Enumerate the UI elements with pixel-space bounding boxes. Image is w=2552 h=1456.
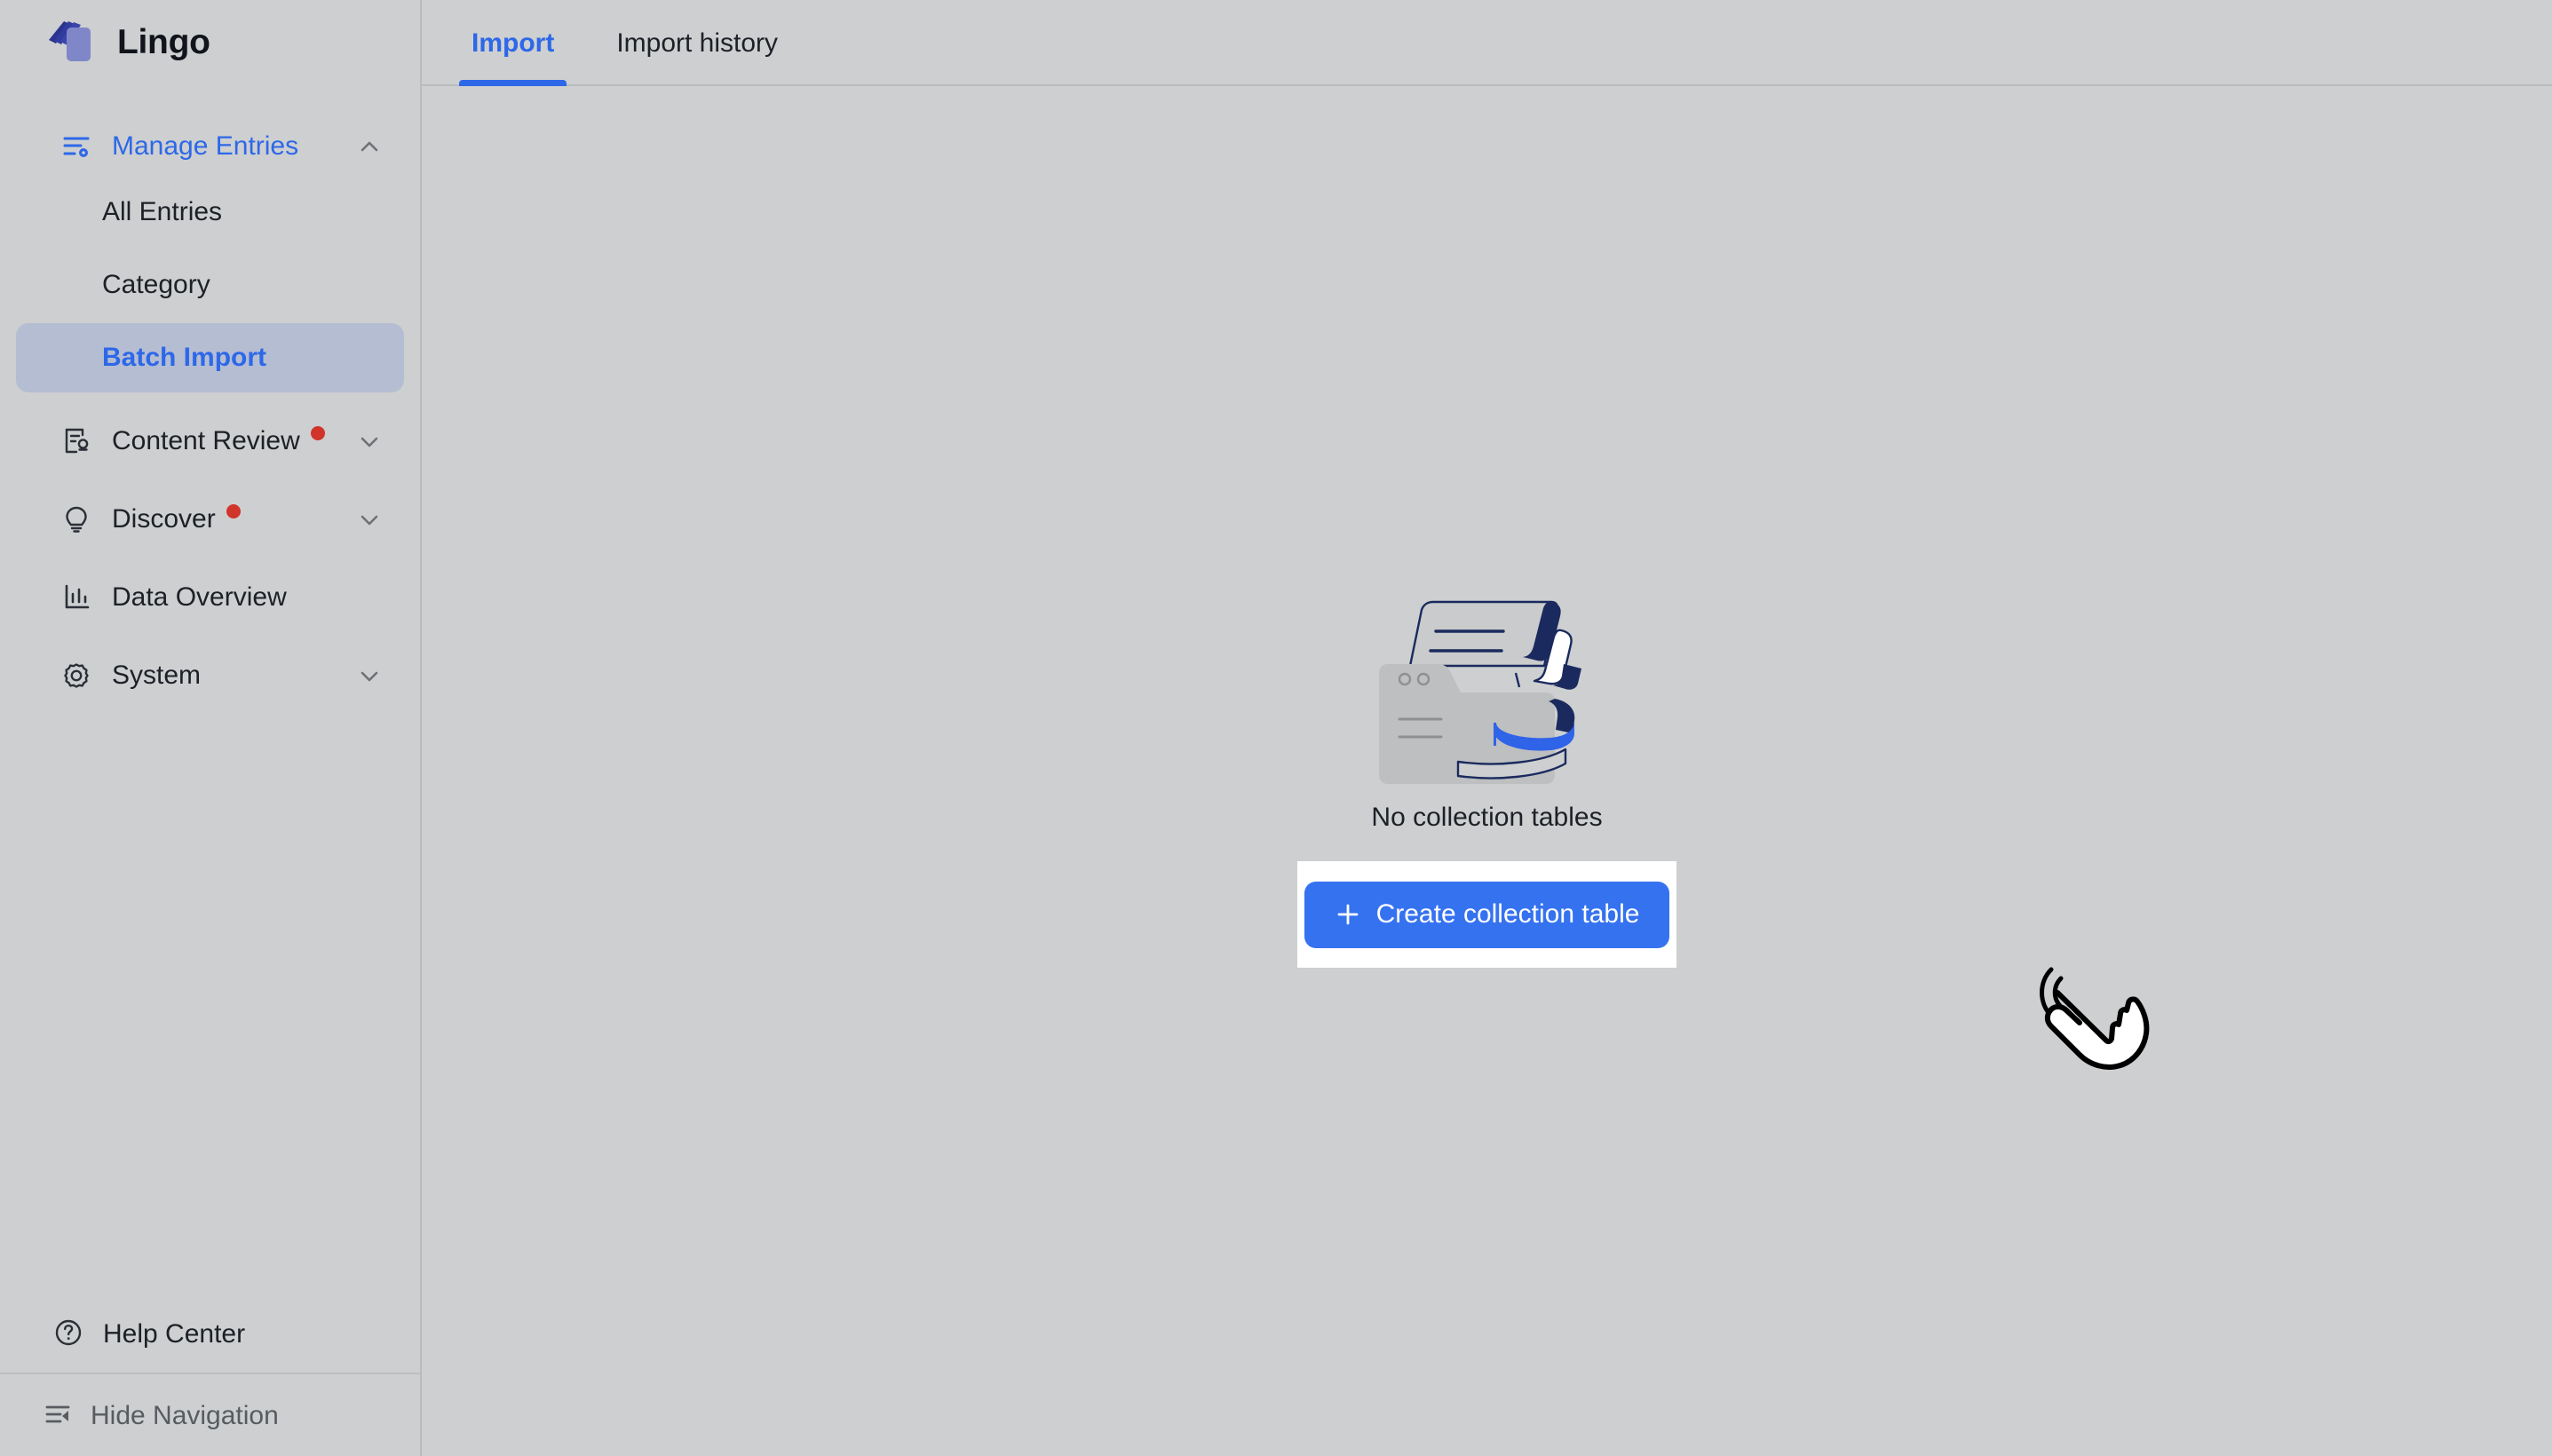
chevron-down-icon[interactable] xyxy=(356,428,383,455)
tab-label: Import xyxy=(472,28,554,59)
notification-dot-badge xyxy=(226,504,241,518)
bar-chart-icon xyxy=(59,580,94,615)
sidebar-item-manage-entries[interactable]: Manage Entries xyxy=(16,117,404,176)
sidebar-subitem-label: Category xyxy=(102,270,210,300)
cta-highlight-box: Create collection table xyxy=(1297,861,1676,968)
notification-dot-badge xyxy=(311,426,325,440)
sidebar-item-data-overview[interactable]: Data Overview xyxy=(16,568,404,627)
sidebar-item-help-center[interactable]: Help Center xyxy=(0,1305,420,1364)
sidebar: Lingo Manage Entries xyxy=(0,0,422,1456)
sidebar-item-category[interactable]: Category xyxy=(16,250,404,320)
chevron-up-icon[interactable] xyxy=(356,133,383,160)
empty-state: No collection tables Create collection t… xyxy=(422,86,2552,1456)
gear-icon xyxy=(59,658,94,693)
tab-import-history[interactable]: Import history xyxy=(604,0,790,86)
nav-group-manage-entries: Manage Entries All Entries Category Batc… xyxy=(0,117,420,392)
sidebar-item-system[interactable]: System xyxy=(16,646,404,705)
hide-navigation-button[interactable]: Hide Navigation xyxy=(0,1376,420,1456)
empty-state-message: No collection tables xyxy=(1371,803,1602,833)
tab-bar: Import Import history xyxy=(422,0,2552,86)
main-content: Import Import history xyxy=(422,0,2552,1456)
brand-name: Lingo xyxy=(117,23,210,62)
lightbulb-icon xyxy=(59,502,94,537)
sidebar-item-label: Discover xyxy=(112,504,216,534)
submenu-manage-entries: All Entries Category Batch Import xyxy=(0,178,420,392)
app-root: Lingo Manage Entries xyxy=(0,0,2552,1456)
sidebar-subitem-label: Batch Import xyxy=(102,343,266,373)
sidebar-item-batch-import[interactable]: Batch Import xyxy=(16,323,404,392)
sidebar-subitem-label: All Entries xyxy=(102,197,222,227)
brand-header[interactable]: Lingo xyxy=(0,0,420,85)
sidebar-item-label: Manage Entries xyxy=(112,131,298,162)
printer-document-illustration xyxy=(1354,559,1621,790)
question-circle-icon xyxy=(53,1318,83,1352)
create-collection-table-button[interactable]: Create collection table xyxy=(1304,882,1670,948)
sidebar-item-label: Help Center xyxy=(103,1319,245,1349)
sidebar-item-label: Content Review xyxy=(112,426,300,456)
chevron-down-icon[interactable] xyxy=(356,662,383,689)
sidebar-item-content-review[interactable]: Content Review xyxy=(16,412,404,471)
tab-import[interactable]: Import xyxy=(459,0,567,86)
create-collection-table-label: Create collection table xyxy=(1376,899,1640,930)
sidebar-divider xyxy=(0,1373,420,1374)
sidebar-item-all-entries[interactable]: All Entries xyxy=(16,178,404,247)
plus-icon xyxy=(1335,901,1361,928)
sidebar-item-discover[interactable]: Discover xyxy=(16,490,404,549)
certificate-review-icon xyxy=(59,423,94,459)
tab-label: Import history xyxy=(616,28,778,59)
hide-navigation-label: Hide Navigation xyxy=(91,1401,279,1431)
sidebar-item-label: Data Overview xyxy=(112,582,287,613)
collapse-panel-icon xyxy=(43,1399,73,1434)
list-settings-icon xyxy=(59,129,94,164)
chevron-down-icon[interactable] xyxy=(356,506,383,533)
card-stack-logo-icon xyxy=(43,17,98,68)
sidebar-item-label: System xyxy=(112,661,201,691)
